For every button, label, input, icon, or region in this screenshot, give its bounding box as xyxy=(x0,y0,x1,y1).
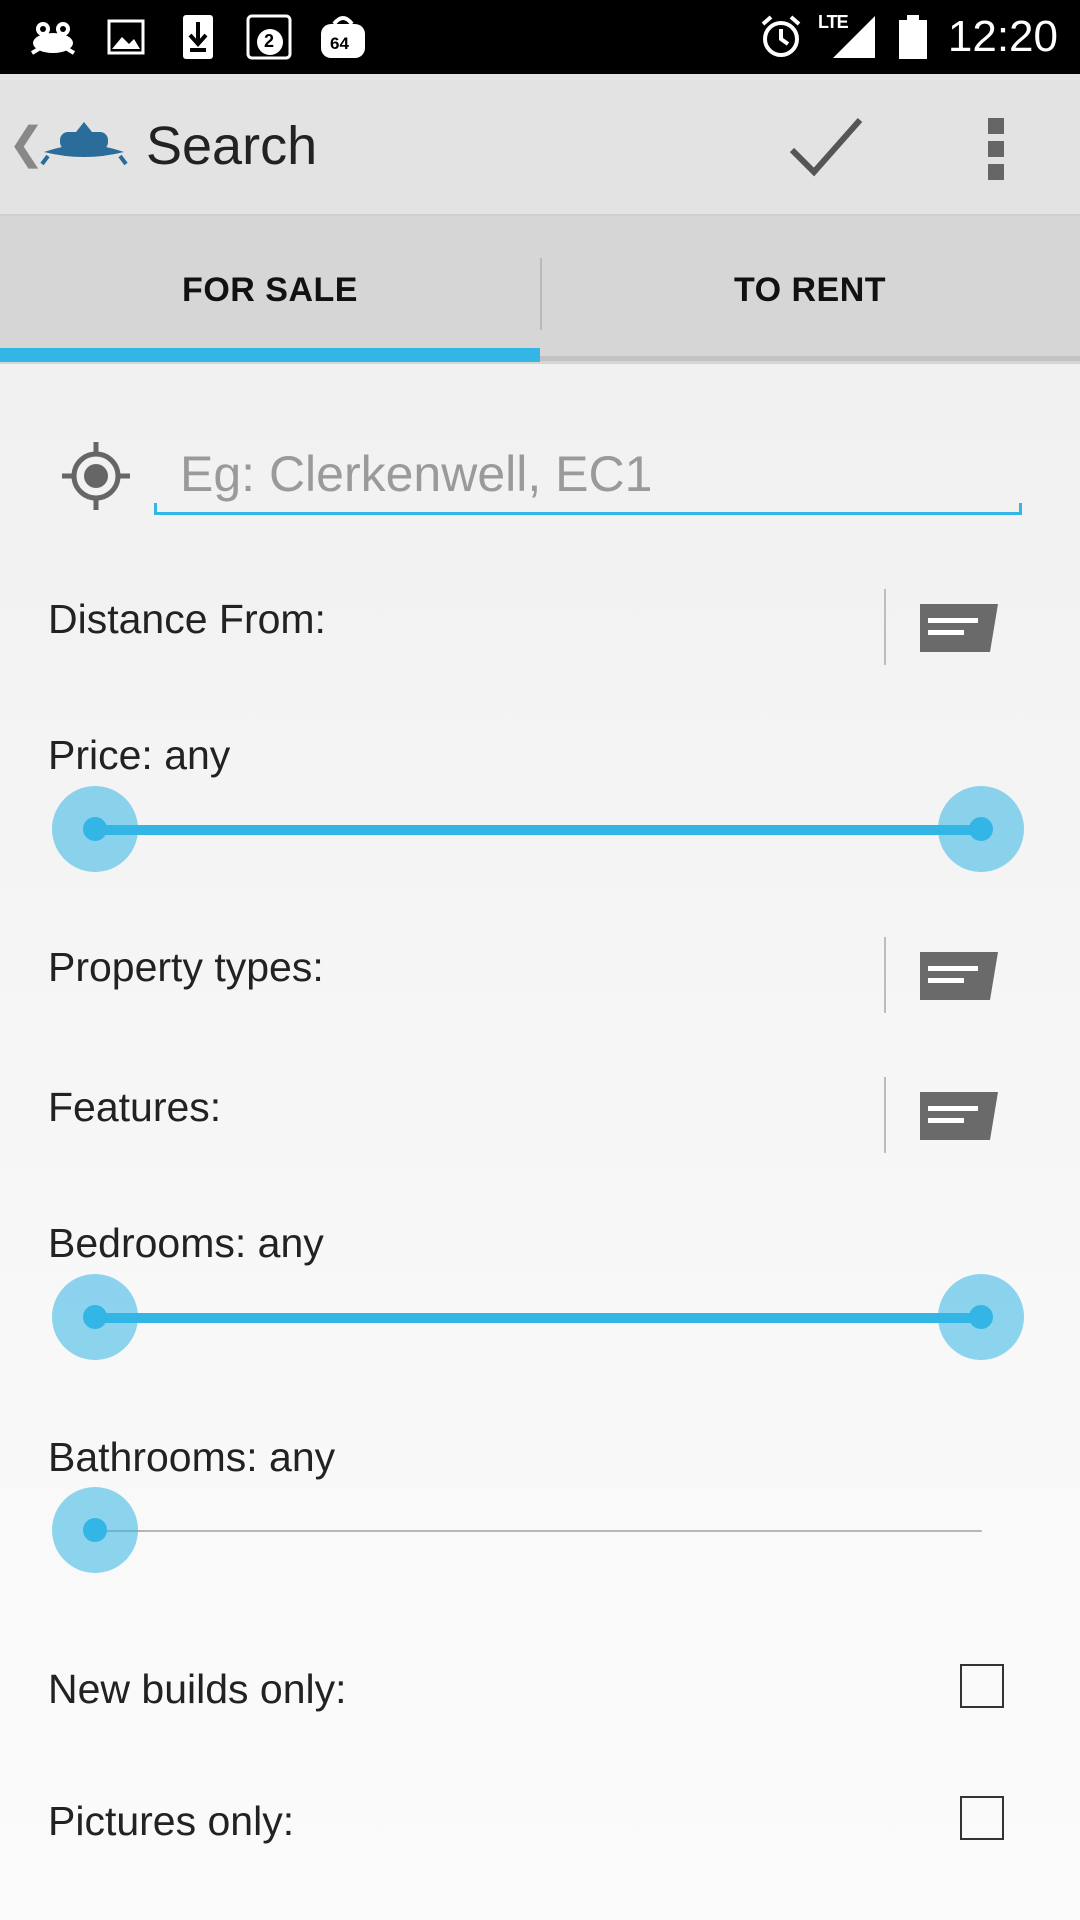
alarm-icon xyxy=(758,14,804,60)
row-divider xyxy=(884,1077,886,1153)
bathrooms-thumb[interactable] xyxy=(52,1487,138,1573)
check-icon[interactable] xyxy=(786,112,866,182)
price-min-thumb[interactable] xyxy=(52,786,138,872)
bedrooms-min-thumb[interactable] xyxy=(52,1274,138,1360)
app-logo-icon[interactable] xyxy=(40,118,128,173)
notification-badge-64: 64 xyxy=(330,34,349,53)
battery-icon xyxy=(896,14,930,60)
distance-from-label: Distance From: xyxy=(48,596,326,642)
frog-app-icon xyxy=(26,14,80,60)
selected-tab-indicator xyxy=(0,348,540,362)
price-range-slider[interactable] xyxy=(48,784,1028,874)
notification-2-icon: 2 xyxy=(246,14,292,60)
bedrooms-max-thumb[interactable] xyxy=(938,1274,1024,1360)
row-divider xyxy=(884,937,886,1013)
signal-icon: LTE xyxy=(818,12,878,60)
page-title: Search xyxy=(146,116,318,176)
tab-for-sale[interactable]: FOR SALE xyxy=(0,216,540,364)
bedrooms-label: Bedrooms: any xyxy=(48,1220,324,1266)
price-max-thumb[interactable] xyxy=(938,786,1024,872)
bedrooms-slider-track xyxy=(94,1313,982,1323)
bathrooms-slider[interactable] xyxy=(48,1485,1028,1575)
property-types-picker-icon[interactable] xyxy=(918,950,1000,1004)
price-slider-track xyxy=(94,825,982,835)
distance-from-picker-icon[interactable] xyxy=(918,602,1000,656)
features-label: Features: xyxy=(48,1084,222,1130)
action-bar: ❮ Search xyxy=(0,74,1080,214)
pictures-only-checkbox[interactable] xyxy=(960,1796,1004,1840)
bathrooms-label: Bathrooms: any xyxy=(48,1434,336,1480)
status-bar: 2 64 LTE 12:20 xyxy=(0,0,1080,74)
property-types-label: Property types: xyxy=(48,944,324,990)
bathrooms-slider-track xyxy=(94,1530,982,1532)
bedrooms-range-slider[interactable] xyxy=(48,1272,1028,1362)
price-label: Price: any xyxy=(48,732,231,778)
pictures-only-label: Pictures only: xyxy=(48,1798,295,1844)
features-picker-icon[interactable] xyxy=(918,1090,1000,1144)
tab-bar-underline xyxy=(540,356,1080,361)
row-divider xyxy=(884,589,886,665)
new-builds-only-checkbox[interactable] xyxy=(960,1664,1004,1708)
notification-badge-2: 2 xyxy=(264,31,275,51)
search-input-underline xyxy=(154,503,1022,515)
overflow-menu-icon[interactable] xyxy=(976,114,1016,184)
location-search-input[interactable] xyxy=(154,432,1020,516)
new-builds-only-label: New builds only: xyxy=(48,1666,347,1712)
bag-64-icon: 64 xyxy=(318,14,368,60)
tab-to-rent[interactable]: TO RENT xyxy=(540,216,1080,364)
tab-bar: FOR SALE TO RENT xyxy=(0,214,1080,364)
clock: 12:20 xyxy=(947,12,1058,61)
download-icon xyxy=(180,14,216,60)
gps-target-icon[interactable] xyxy=(58,438,134,514)
image-icon xyxy=(106,14,146,60)
network-type: LTE xyxy=(818,12,849,32)
